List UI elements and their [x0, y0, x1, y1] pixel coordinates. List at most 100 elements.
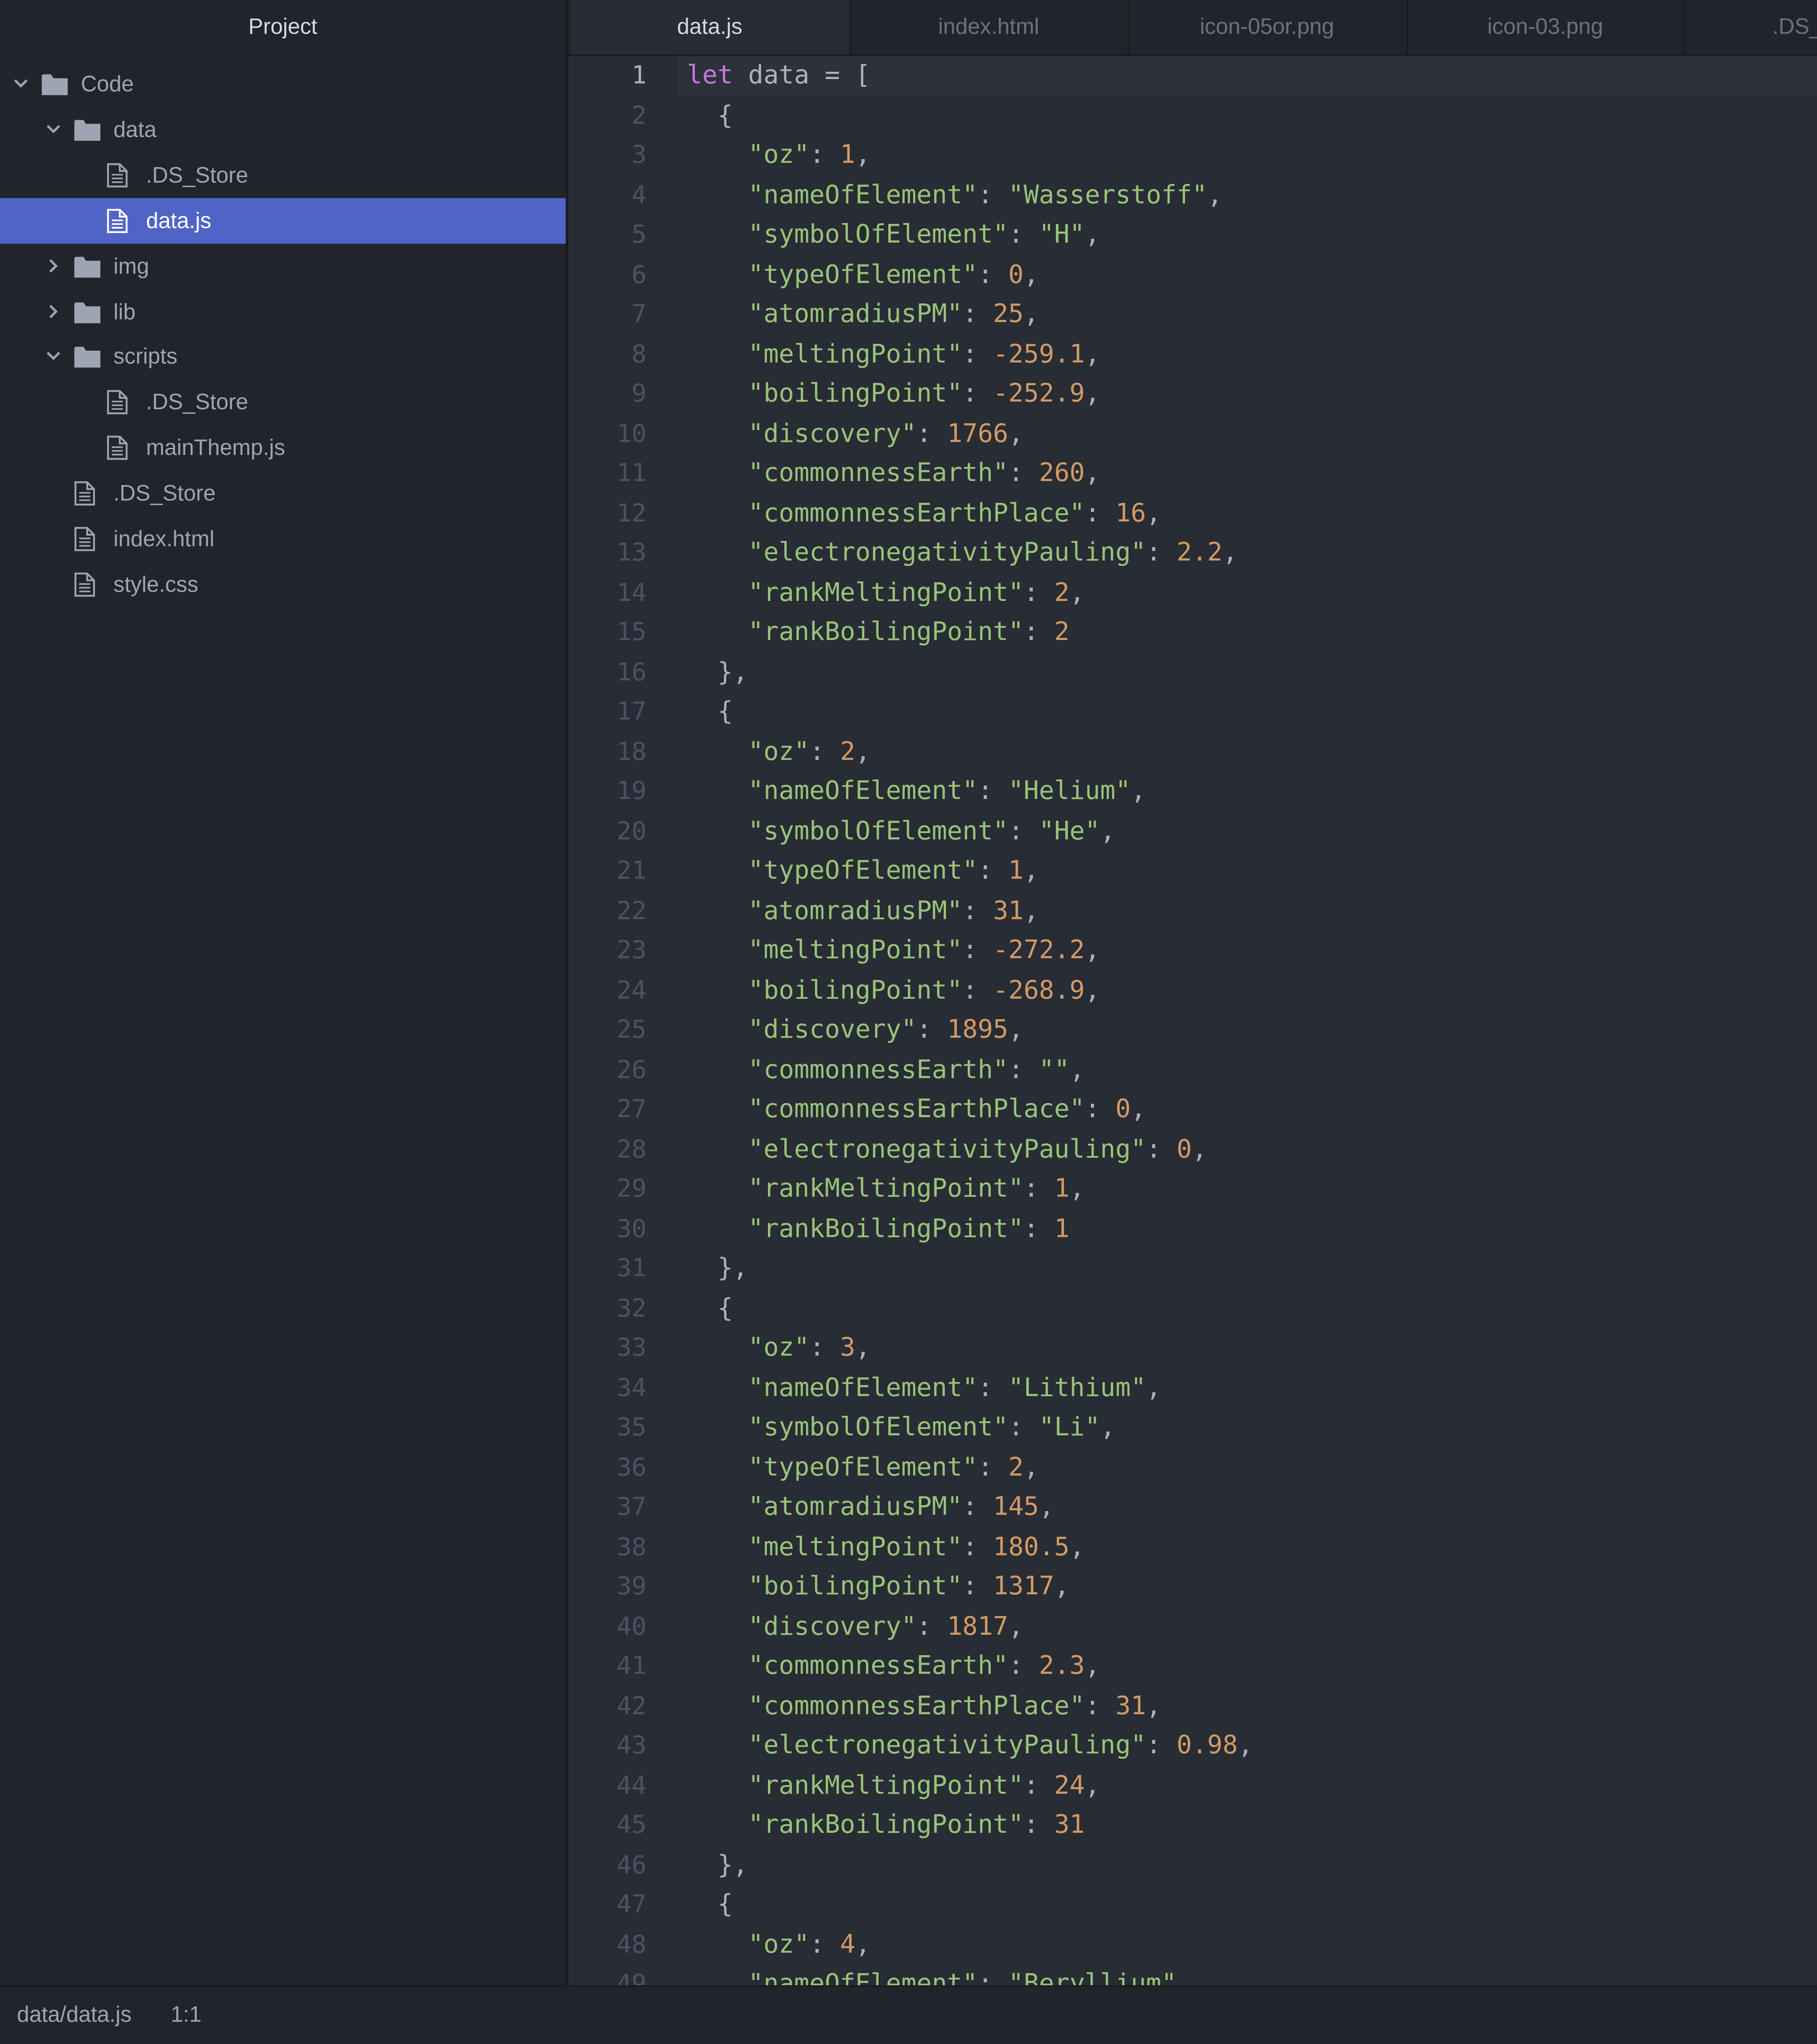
file-icon: [107, 390, 128, 415]
tree-item-label: img: [113, 253, 149, 278]
folder-icon: [74, 256, 101, 278]
line-number: 7: [631, 300, 647, 329]
tree-folder-scripts[interactable]: scripts: [0, 334, 566, 380]
line-number: 32: [616, 1294, 647, 1323]
line-number: 5: [631, 220, 647, 249]
folder-icon: [74, 302, 101, 323]
code-line: {: [687, 696, 733, 726]
chevron-right-icon[interactable]: [45, 303, 61, 318]
line-number: 49: [616, 1970, 647, 1985]
tree-file-ds-store[interactable]: .DS_Store: [0, 152, 566, 198]
tree-file-ds-store[interactable]: .DS_Store: [0, 380, 566, 425]
tab-data-js[interactable]: data.js: [571, 0, 849, 55]
code-line: "discovery": 1817,: [748, 1610, 1024, 1641]
code-line: },: [687, 1252, 748, 1283]
code-line: "commonnessEarth": "",: [748, 1054, 1085, 1084]
tab-index-html[interactable]: index.html: [849, 0, 1127, 55]
line-number: 43: [616, 1731, 647, 1760]
tree-folder-code[interactable]: Code: [0, 61, 566, 107]
chevron-down-icon[interactable]: [45, 121, 61, 137]
tree-item-label: data: [113, 117, 157, 142]
code-line: "rankBoilingPoint": 31: [748, 1809, 1085, 1840]
line-number: 2: [631, 101, 647, 130]
folder-icon: [41, 74, 68, 95]
code-line: "rankMeltingPoint": 1,: [748, 1173, 1085, 1203]
line-number: 24: [616, 976, 647, 1005]
file-icon: [74, 481, 95, 506]
tree-folder-img[interactable]: img: [0, 243, 566, 289]
tree-file-mainthemp-js[interactable]: mainThemp.js: [0, 425, 566, 471]
line-number: 15: [616, 618, 647, 647]
status-file-path[interactable]: data/data.js: [17, 1987, 131, 2044]
line-number: 47: [616, 1890, 647, 1919]
line-number: 29: [616, 1174, 647, 1203]
code-editor[interactable]: 1 2 3 4 5 6 7 8 9 10 11 12 13 14 15 16 17 18 19 20 21 22 23 24 2…: [568, 56, 1817, 1985]
tree-item-label: lib: [113, 299, 136, 324]
tree-item-label: Code: [80, 71, 134, 97]
line-number: 25: [616, 1015, 647, 1044]
sidebar-title: Project: [248, 14, 317, 40]
tree-folder-lib[interactable]: lib: [0, 289, 566, 334]
code-line: "nameOfElement": "Lithium",: [748, 1372, 1162, 1402]
tab-icon-03-png[interactable]: icon-03.png: [1406, 0, 1683, 55]
chevron-right-icon[interactable]: [45, 258, 61, 273]
tab-icon-05or-png[interactable]: icon-05or.png: [1127, 0, 1405, 55]
code-line: "rankBoilingPoint": 1: [748, 1213, 1070, 1243]
tree-item-label: style.css: [113, 572, 198, 597]
tree-file-style-css[interactable]: style.css: [0, 562, 566, 607]
line-number: 1: [631, 61, 647, 90]
line-number: 45: [616, 1811, 647, 1840]
tree-item-label: .DS_Store: [146, 390, 248, 415]
line-number: 37: [616, 1493, 647, 1522]
line-number: 27: [616, 1095, 647, 1124]
tree-item-label: index.html: [113, 526, 215, 551]
line-number: 40: [616, 1612, 647, 1641]
file-icon: [107, 163, 128, 188]
code-line: "boilingPoint": -252.9,: [748, 378, 1100, 408]
line-number: 36: [616, 1453, 647, 1482]
tree-item-label: .DS_Store: [113, 481, 216, 506]
code-line: "electronegativityPauling": 0.98,: [748, 1730, 1253, 1760]
line-number: 13: [616, 538, 647, 567]
code-line: "symbolOfElement": "He",: [748, 815, 1116, 846]
line-number: 8: [631, 339, 647, 368]
line-number: 31: [616, 1254, 647, 1283]
code-line: "atomradiusPM": 145,: [748, 1491, 1055, 1522]
file-icon: [74, 572, 95, 597]
code-line: "electronegativityPauling": 0,: [748, 1133, 1208, 1164]
tree-item-label: data.js: [146, 208, 212, 233]
tab-bar: data.js index.html icon-05or.png icon-03.pn…: [568, 0, 1817, 56]
line-number: 41: [616, 1652, 647, 1681]
tree-item-label: mainThemp.js: [146, 436, 285, 461]
code-line: {: [687, 99, 733, 130]
file-icon: [107, 208, 128, 233]
code-line: {: [687, 1292, 733, 1323]
tree-file-ds-store[interactable]: .DS_Store: [0, 471, 566, 516]
tree-folder-data[interactable]: data: [0, 107, 566, 152]
line-number: 10: [616, 419, 647, 448]
code-line: },: [687, 1849, 748, 1879]
tree-file-index-html[interactable]: index.html: [0, 516, 566, 561]
code-line: },: [687, 656, 748, 687]
code-line: "rankBoilingPoint": 2: [748, 616, 1070, 647]
line-number: 30: [616, 1214, 647, 1243]
code-line: "atomradiusPM": 31,: [748, 895, 1039, 925]
chevron-down-icon[interactable]: [45, 348, 61, 364]
tree-file-data-js[interactable]: data.js: [0, 198, 566, 243]
chevron-down-icon[interactable]: [13, 75, 29, 91]
code-line: "nameOfElement": "Helium",: [748, 775, 1146, 806]
line-number: 18: [616, 737, 647, 766]
line-number: 6: [631, 260, 647, 289]
status-cursor-position[interactable]: 1:1: [171, 1987, 202, 2044]
code-line: "commonnessEarth": 260,: [748, 457, 1100, 488]
tree-item-label: scripts: [113, 344, 178, 370]
status-bar: data/data.js 1:1: [0, 1985, 1817, 2044]
line-number: 44: [616, 1771, 647, 1800]
tab-ds-store[interactable]: .DS_Store: [1684, 0, 1817, 55]
code-line: "boilingPoint": 1317,: [748, 1571, 1070, 1601]
code-line: "oz": 2,: [748, 736, 871, 766]
code-line: "atomradiusPM": 25,: [748, 298, 1039, 329]
line-number: 48: [616, 1930, 647, 1959]
line-number: 28: [616, 1135, 647, 1164]
line-number: 3: [631, 140, 647, 170]
